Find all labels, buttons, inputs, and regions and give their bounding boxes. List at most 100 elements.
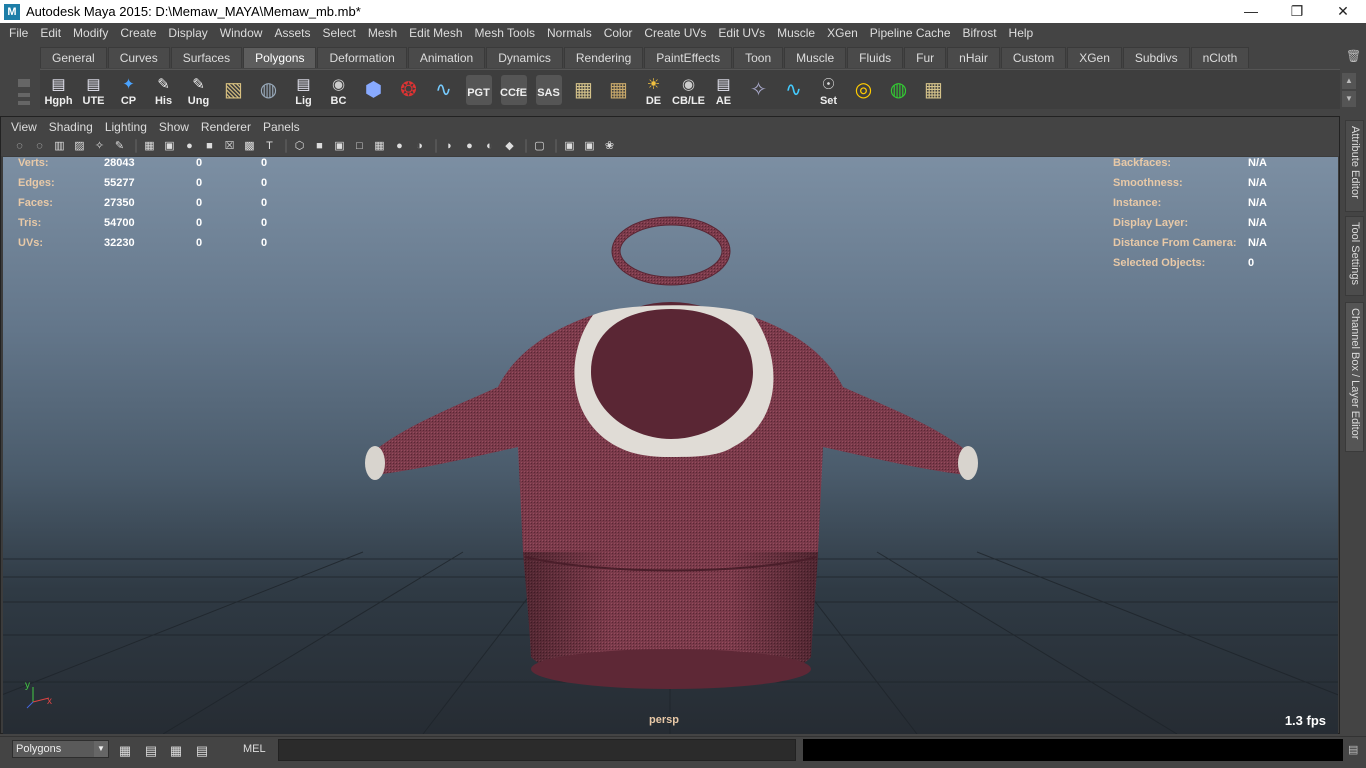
shelf-button-ung[interactable]: ✎ Ung: [182, 73, 215, 107]
mel-label[interactable]: MEL: [243, 743, 266, 755]
shelf-tab-general[interactable]: General: [40, 47, 107, 68]
shelf-tab-ncloth[interactable]: nCloth: [1190, 47, 1250, 68]
shelf-button-hgph[interactable]: ▤ Hgph: [42, 73, 75, 107]
menu-select[interactable]: Select: [316, 23, 361, 43]
shelf-tab-painteffects[interactable]: PaintEffects: [644, 47, 733, 68]
trash-icon[interactable]: 🗑: [1346, 49, 1361, 63]
shelf-button-uv-grid[interactable]: ▦: [602, 73, 635, 107]
shelf-tab-surfaces[interactable]: Surfaces: [170, 47, 243, 68]
xray-icon[interactable]: ▣: [561, 138, 578, 155]
gate-mask-icon[interactable]: ■: [201, 138, 218, 155]
shelf-tab-fluids[interactable]: Fluids: [847, 47, 904, 68]
shelf-button-bc[interactable]: ◉ BC: [322, 73, 355, 107]
scroll-up-icon[interactable]: ▲: [1342, 73, 1356, 89]
scroll-down-icon[interactable]: ▼: [1342, 91, 1356, 107]
shelf-button-uv-grid[interactable]: ▦: [917, 73, 950, 107]
sweater-model[interactable]: [365, 216, 978, 689]
panel-menu-view[interactable]: View: [5, 120, 43, 134]
shelf-button-cube[interactable]: ⬢: [357, 73, 390, 107]
menu-normals[interactable]: Normals: [541, 23, 598, 43]
node-editor-icon[interactable]: ❀: [601, 138, 618, 155]
menu-window[interactable]: Window: [214, 23, 269, 43]
shelf-button-rotate[interactable]: ◍: [882, 73, 915, 107]
tab-attribute-editor[interactable]: Attribute Editor: [1345, 120, 1364, 212]
panel-menu-renderer[interactable]: Renderer: [195, 120, 257, 134]
shelf-button-lig[interactable]: ▤ Lig: [287, 73, 320, 107]
xray-joints-icon[interactable]: ▣: [581, 138, 598, 155]
menu-create-uvs[interactable]: Create UVs: [638, 23, 712, 43]
tab-channel-box[interactable]: Channel Box / Layer Editor: [1345, 302, 1364, 452]
shelf-button-de[interactable]: ☀ DE: [637, 73, 670, 107]
default-material-icon[interactable]: □: [351, 138, 368, 155]
shelf-tab-animation[interactable]: Animation: [407, 47, 486, 68]
textured-icon[interactable]: ▦: [371, 138, 388, 155]
multisample-icon[interactable]: ◐: [481, 138, 498, 155]
menu-mesh[interactable]: Mesh: [362, 23, 403, 43]
smooth-shade-icon[interactable]: ■: [311, 138, 328, 155]
panel-menu-show[interactable]: Show: [153, 120, 195, 134]
shelf-tab-muscle[interactable]: Muscle: [784, 47, 847, 68]
shelf-tab-dynamics[interactable]: Dynamics: [486, 47, 563, 68]
motion-blur-icon[interactable]: ●: [461, 138, 478, 155]
shelf-handle[interactable]: [12, 49, 36, 111]
shelf-button-his[interactable]: ✎ His: [147, 73, 180, 107]
shelf-button-box[interactable]: ▧: [217, 73, 250, 107]
mel-command-input[interactable]: [278, 739, 796, 761]
menu-edit-uvs[interactable]: Edit UVs: [712, 23, 771, 43]
shelf-button-ccfe[interactable]: CCfE: [497, 73, 530, 107]
shelf-button-ute[interactable]: ▤ UTE: [77, 73, 110, 107]
shelf-button-curve[interactable]: ∿: [427, 73, 460, 107]
menu-file[interactable]: File: [3, 23, 34, 43]
camera-attrs-icon[interactable]: ◌: [11, 138, 28, 155]
hypershade-icon[interactable]: ▦: [166, 741, 186, 761]
bookmarks-icon[interactable]: ▥: [51, 138, 68, 155]
shelf-button-lamp[interactable]: ✧: [742, 73, 775, 107]
shelf-scroll[interactable]: ▲ ▼: [1342, 73, 1356, 107]
shelf-button-cp[interactable]: ✦ CP: [112, 73, 145, 107]
ssao-icon[interactable]: ◗: [441, 138, 458, 155]
outliner-icon[interactable]: ▤: [141, 741, 161, 761]
panel-menu-panels[interactable]: Panels: [257, 120, 306, 134]
resolution-gate-icon[interactable]: ●: [181, 138, 198, 155]
shelf-button-curve[interactable]: ∿: [777, 73, 810, 107]
shelf-tab-curves[interactable]: Curves: [107, 47, 170, 68]
shelf-tab-fur[interactable]: Fur: [904, 47, 947, 68]
menu-mesh-tools[interactable]: Mesh Tools: [469, 23, 541, 43]
minimize-button[interactable]: —: [1228, 0, 1274, 23]
script-editor-icon[interactable]: ▤: [192, 741, 212, 761]
menu-set-dropdown[interactable]: Polygons ▼: [12, 740, 109, 758]
shelf-button-globe[interactable]: ◍: [252, 73, 285, 107]
menu-muscle[interactable]: Muscle: [771, 23, 821, 43]
safe-title-icon[interactable]: T: [261, 138, 278, 155]
shelf-tab-nhair[interactable]: nHair: [947, 47, 1000, 68]
panel-menu-shading[interactable]: Shading: [43, 120, 99, 134]
shelf-tab-rendering[interactable]: Rendering: [563, 47, 644, 68]
grid-icon[interactable]: ▦: [141, 138, 158, 155]
shelf-button-pgt[interactable]: PGT: [462, 73, 495, 107]
maximize-button[interactable]: ❐: [1274, 0, 1320, 23]
menu-edit[interactable]: Edit: [34, 23, 67, 43]
shelf-tab-toon[interactable]: Toon: [733, 47, 784, 68]
shelf-tab-deformation[interactable]: Deformation: [317, 47, 407, 68]
grease-pencil-icon[interactable]: ✎: [111, 138, 128, 155]
shadows-icon[interactable]: ◑: [411, 138, 428, 155]
menu-color[interactable]: Color: [598, 23, 639, 43]
menu-pipeline-cache[interactable]: Pipeline Cache: [864, 23, 957, 43]
snap-icon[interactable]: ▦: [115, 741, 135, 761]
2d-pan-icon[interactable]: ✧: [91, 138, 108, 155]
shelf-button-set[interactable]: ☉ Set: [812, 73, 845, 107]
field-chart-icon[interactable]: ☒: [221, 138, 238, 155]
camera-tools-icon[interactable]: ◌: [31, 138, 48, 155]
use-lights-icon[interactable]: ●: [391, 138, 408, 155]
wireframe-icon[interactable]: ⬡: [291, 138, 308, 155]
shelf-button-target[interactable]: ◎: [847, 73, 880, 107]
menu-bifrost[interactable]: Bifrost: [957, 23, 1003, 43]
shelf-tab-polygons[interactable]: Polygons: [243, 47, 317, 68]
image-plane-icon[interactable]: ▨: [71, 138, 88, 155]
wireframe-on-shaded-icon[interactable]: ▣: [331, 138, 348, 155]
shelf-button-uv-grid[interactable]: ▦: [567, 73, 600, 107]
isolate-select-icon[interactable]: ▢: [531, 138, 548, 155]
shelf-tab-subdivs[interactable]: Subdivs: [1122, 47, 1190, 68]
menu-display[interactable]: Display: [162, 23, 213, 43]
shelf-button-cb-le[interactable]: ◉ CB/LE: [672, 73, 705, 107]
